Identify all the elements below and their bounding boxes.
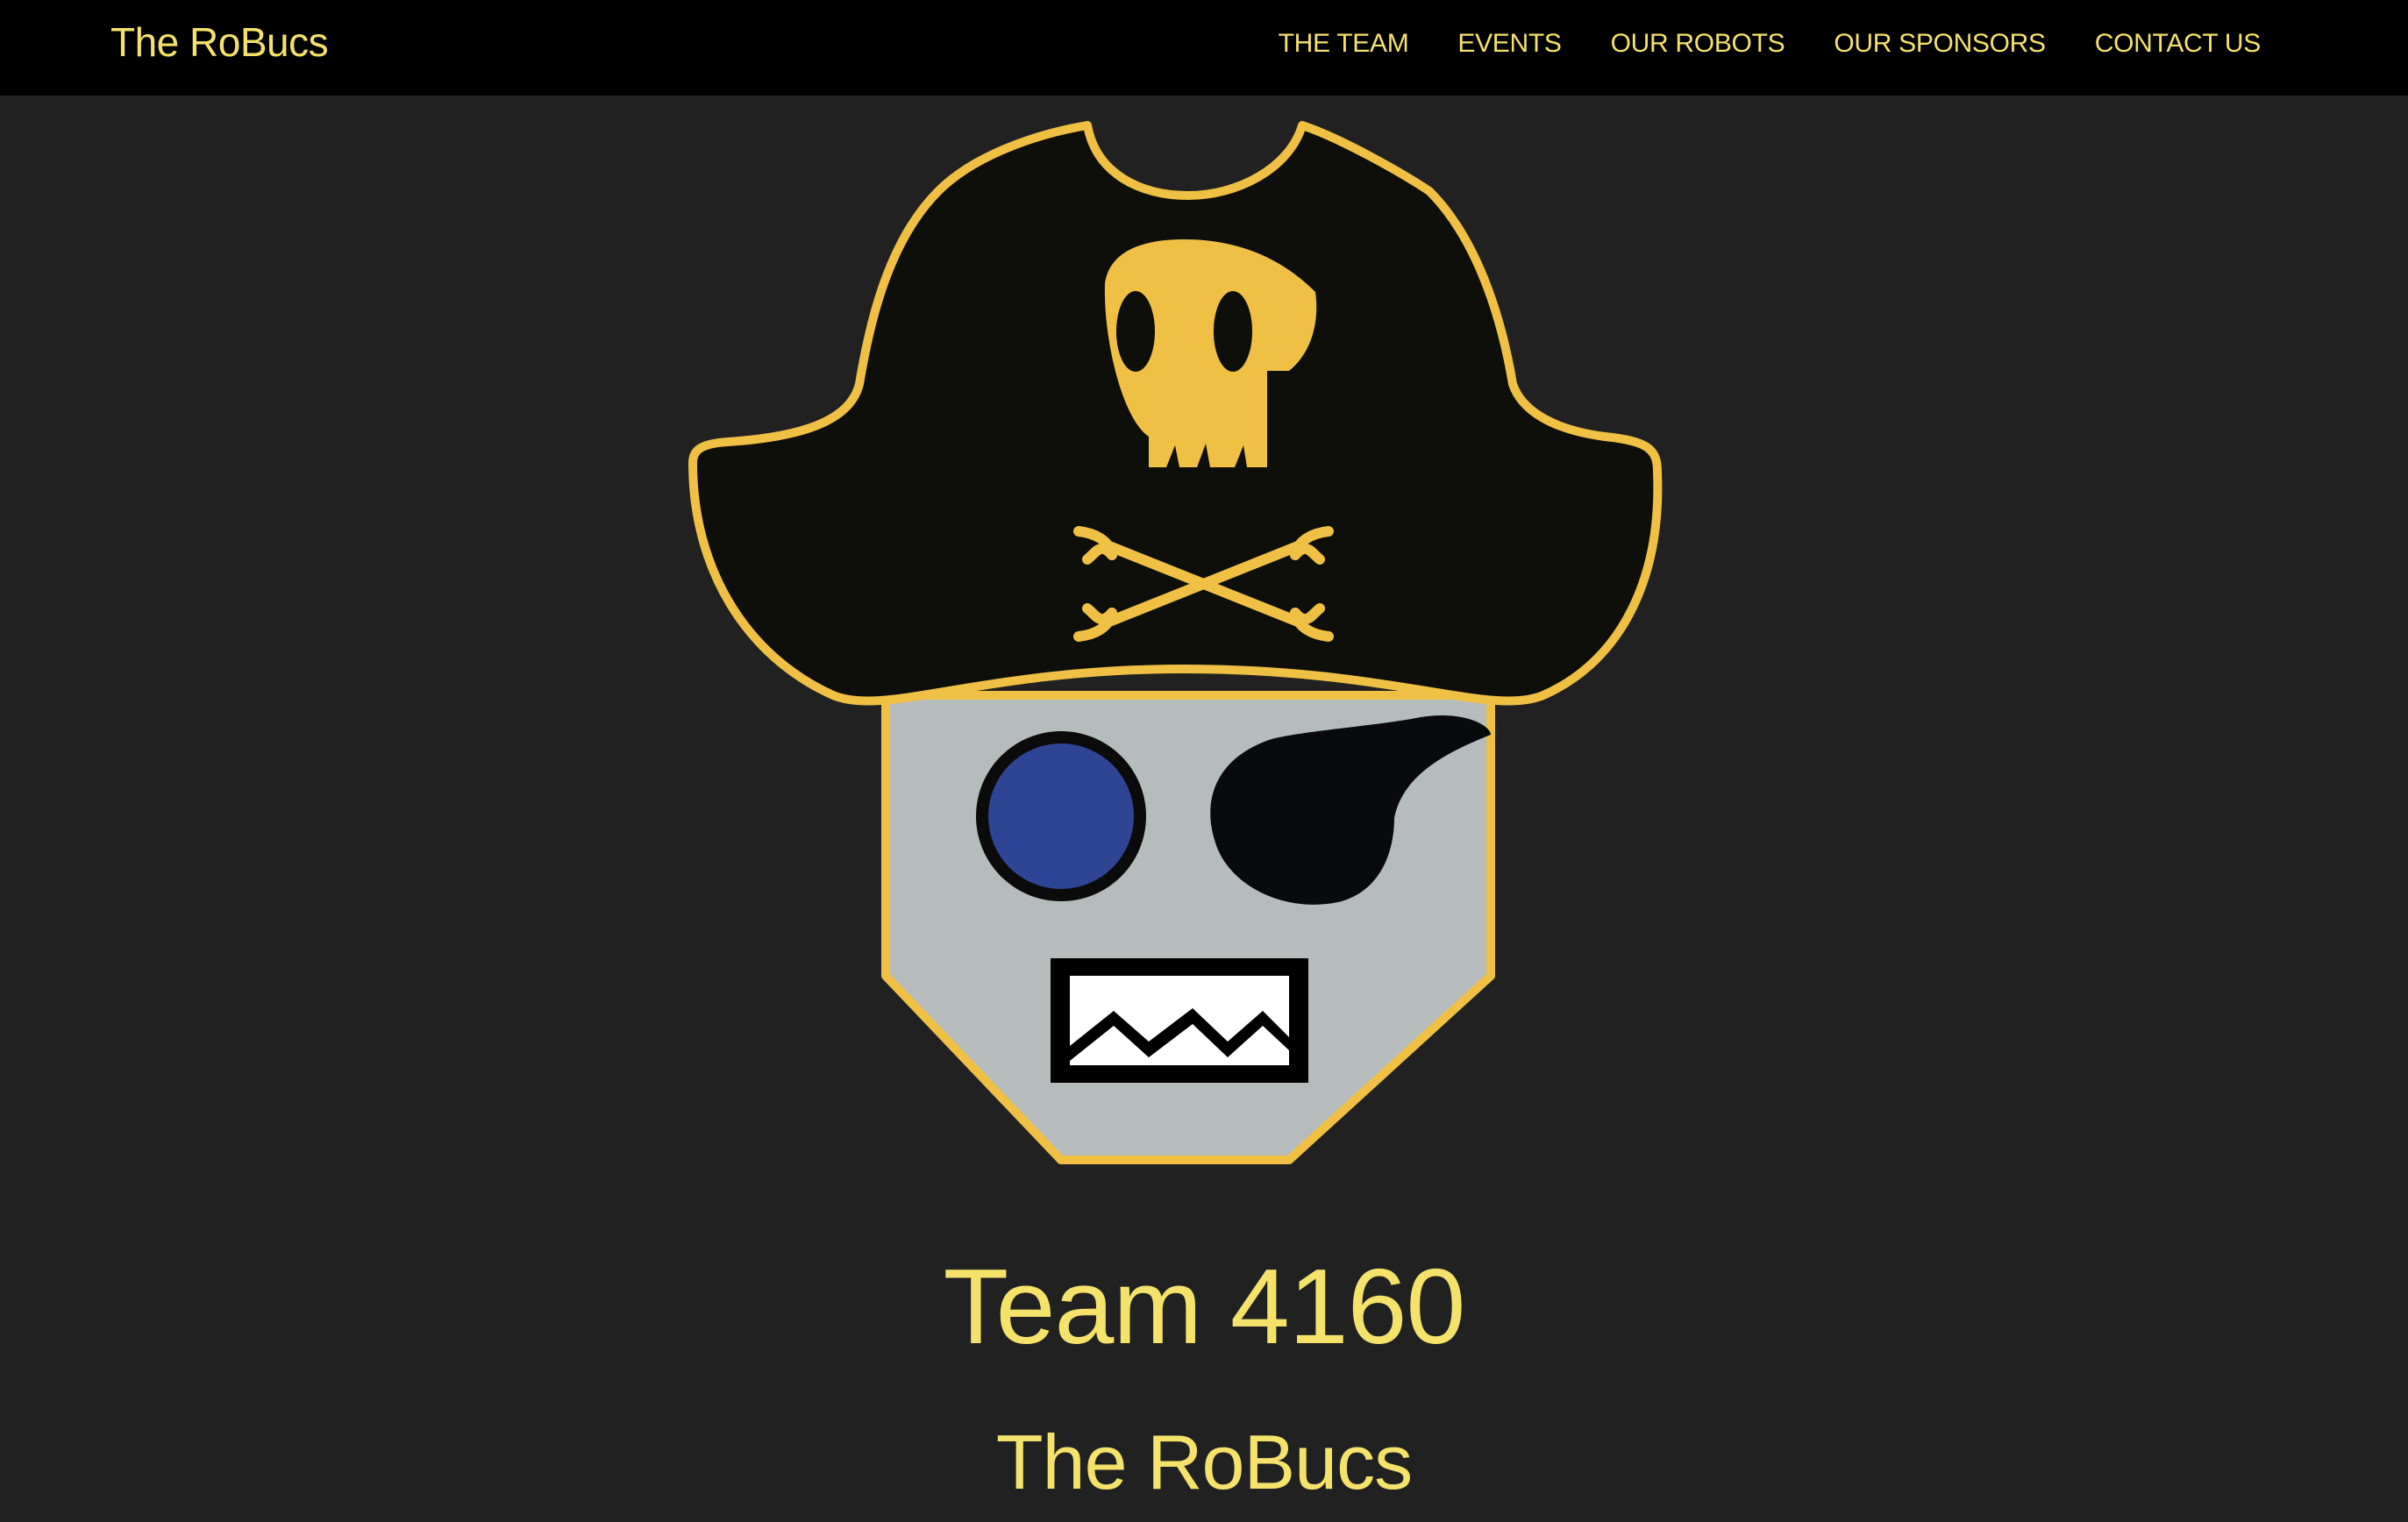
top-navbar: The RoBucs THE TEAM EVENTS OUR ROBOTS OU… — [0, 0, 2408, 96]
skull-left-eye — [1116, 291, 1155, 372]
nav-item-the-team: THE TEAM — [1279, 28, 1409, 60]
nav-item-contact-us: CONTACT US — [2095, 28, 2262, 60]
pirate-robot-logo-icon — [675, 121, 1692, 1166]
nav-link-the-team[interactable]: THE TEAM — [1279, 29, 1409, 58]
nav-link-our-robots[interactable]: OUR ROBOTS — [1611, 29, 1785, 58]
robot-eye-iris — [988, 743, 1134, 889]
nav-item-events: EVENTS — [1457, 28, 1562, 60]
nav-menu: THE TEAM EVENTS OUR ROBOTS OUR SPONSORS … — [1279, 28, 2262, 60]
nav-link-events[interactable]: EVENTS — [1457, 29, 1562, 58]
nav-item-our-sponsors: OUR SPONSORS — [1834, 28, 2046, 60]
team-name-subtitle: The RoBucs — [995, 1419, 1413, 1505]
nav-link-our-sponsors[interactable]: OUR SPONSORS — [1834, 29, 2046, 58]
team-number-title: Team 4160 — [943, 1247, 1466, 1366]
skull-right-eye — [1214, 291, 1252, 372]
nav-link-contact-us[interactable]: CONTACT US — [2095, 29, 2262, 58]
nav-item-our-robots: OUR ROBOTS — [1611, 28, 1785, 60]
brand-link[interactable]: The RoBucs — [110, 18, 329, 67]
